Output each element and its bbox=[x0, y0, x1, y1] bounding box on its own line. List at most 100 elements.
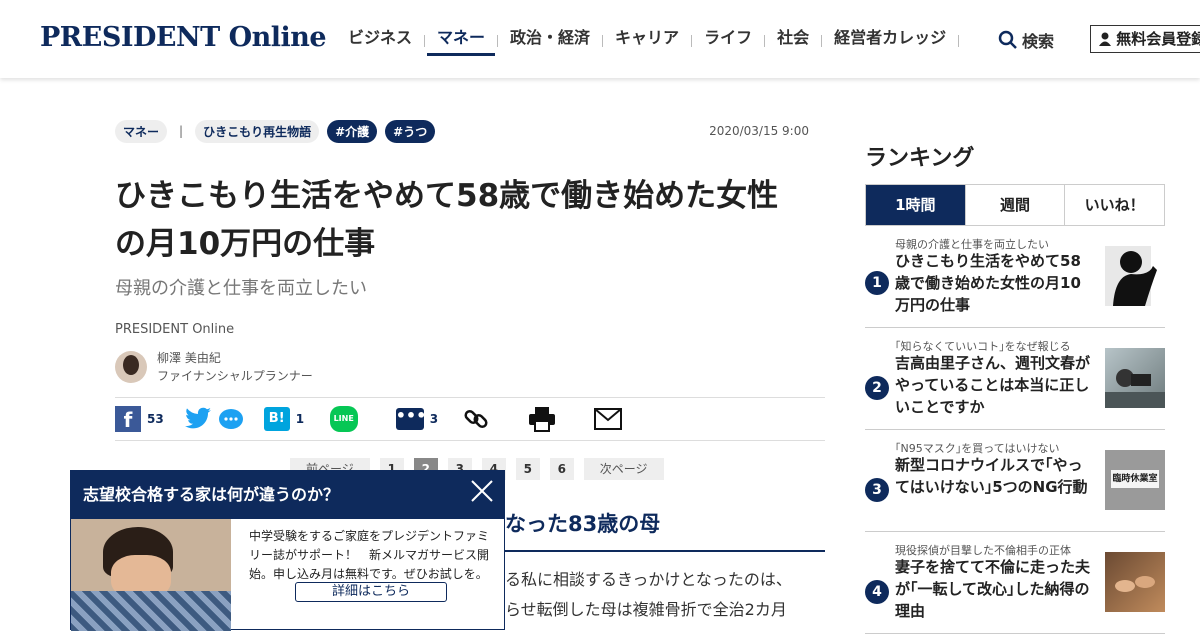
member-register-label: 無料会員登録 bbox=[1116, 30, 1200, 48]
rank-headline: 吉高由里子さん、週刊文春がやっていることは本当に正しいことですか bbox=[895, 354, 1091, 416]
article-title: ひきこもり生活をやめて58歳で働き始めた女性 の月10万円の仕事 bbox=[115, 172, 825, 268]
author-role: ファイナンシャルプランナー bbox=[157, 369, 313, 383]
newsletter-popup: 志望校合格する家は何が違うのか？ 中学受験をするご家庭をプレジデントファミリー誌… bbox=[70, 470, 505, 631]
member-register-button[interactable]: 無料会員登録 bbox=[1090, 25, 1200, 53]
rank-number: 1 bbox=[865, 271, 889, 295]
notice-sign-text: 臨時休業室 bbox=[1111, 470, 1159, 488]
comment-count: 3 bbox=[429, 412, 439, 426]
popup-image-shirt bbox=[71, 591, 231, 631]
close-icon[interactable] bbox=[468, 477, 496, 505]
category-tag[interactable]: マネー bbox=[115, 119, 168, 143]
ranking-item[interactable]: 3 ｢N95マスク｣を買ってはいけない 新型コロナウイルスで｢やってはいけない｣… bbox=[865, 430, 1165, 532]
search-button[interactable]: 検索 bbox=[998, 28, 1054, 52]
comments-button[interactable]: ••• 3 bbox=[395, 408, 442, 430]
series-tag[interactable]: ひきこもり再生物語 bbox=[195, 119, 320, 143]
facebook-count: 53 bbox=[147, 412, 164, 426]
facebook-share-button[interactable]: f 53 bbox=[115, 406, 164, 432]
hashtag-utsu[interactable]: #うつ bbox=[385, 119, 436, 143]
rank-number: 3 bbox=[865, 478, 889, 502]
search-label: 検索 bbox=[1022, 32, 1055, 51]
ranking-item[interactable]: 1 母親の介護と仕事を両立したい ひきこもり生活をやめて58歳で働き始めた女性の… bbox=[865, 226, 1165, 328]
body-line: らせ転倒した母は複雑骨折で全治2カ月 bbox=[505, 600, 787, 619]
tab-weekly[interactable]: 週間 bbox=[964, 185, 1065, 225]
rank-thumbnail bbox=[1105, 552, 1165, 612]
nav-divider bbox=[958, 35, 960, 47]
page-6[interactable]: 6 bbox=[549, 458, 574, 480]
mail-icon bbox=[593, 408, 622, 430]
rank-thumbnail: 臨時休業室 bbox=[1105, 450, 1165, 510]
rank-thumbnail bbox=[1105, 246, 1165, 306]
ranking-sidebar: ランキング 1時間 週間 いいね！ 1 母親の介護と仕事を両立したい ひきこもり… bbox=[865, 140, 1165, 634]
search-icon bbox=[998, 30, 1017, 49]
nav-item-society[interactable]: 社会 bbox=[767, 26, 819, 56]
print-button[interactable] bbox=[528, 406, 574, 432]
section-heading: なった83歳の母 bbox=[505, 508, 825, 552]
couple-hands-image bbox=[1115, 576, 1155, 592]
title-line-2: の月10万円の仕事 bbox=[115, 226, 376, 262]
rank-number: 2 bbox=[865, 376, 889, 400]
next-page-button[interactable]: 次ページ bbox=[583, 458, 664, 480]
page-5[interactable]: 5 bbox=[515, 458, 540, 480]
site-header: PRESIDENT Online ビジネス マネー 政治・経済 キャリア ライフ… bbox=[0, 0, 1200, 78]
article-subtitle: 母親の介護と仕事を両立したい bbox=[115, 278, 367, 299]
rank-thumbnail bbox=[1105, 348, 1165, 408]
ranking-item[interactable]: 4 現役探偵が目撃した不倫相手の正体 妻子を捨てて不倫に走った夫が｢一転して改心… bbox=[865, 532, 1165, 634]
nav-divider bbox=[497, 35, 499, 47]
line-icon: LINE bbox=[329, 406, 358, 432]
nav-item-college[interactable]: 経営者カレッジ bbox=[824, 26, 956, 56]
nav-item-business[interactable]: ビジネス bbox=[338, 26, 422, 56]
press-photo-image bbox=[1105, 369, 1165, 408]
twitter-share-button[interactable] bbox=[184, 407, 244, 431]
link-icon bbox=[464, 409, 488, 429]
ranking-tabs: 1時間 週間 いいね！ bbox=[865, 184, 1165, 226]
nav-item-politics[interactable]: 政治・経済 bbox=[500, 26, 600, 56]
hatena-icon: B! bbox=[263, 407, 290, 431]
author-block[interactable]: 柳澤 美由紀 ファイナンシャルプランナー bbox=[115, 349, 825, 385]
nav-divider bbox=[424, 35, 426, 47]
article-source: PRESIDENT Online bbox=[115, 322, 235, 337]
author-name: 柳澤 美由紀 bbox=[157, 351, 221, 365]
hatena-count: 1 bbox=[295, 412, 305, 426]
rank-headline: ひきこもり生活をやめて58歳で働き始めた女性の月10万円の仕事 bbox=[895, 252, 1081, 314]
tab-likes[interactable]: いいね！ bbox=[1064, 185, 1164, 225]
printer-icon bbox=[528, 407, 555, 432]
rank-headline: 新型コロナウイルスで｢やってはいけない｣5つのNG行動 bbox=[895, 456, 1088, 496]
twitter-icon bbox=[184, 407, 211, 429]
popup-details-button[interactable]: 詳細はこちら bbox=[295, 582, 447, 602]
line-share-button[interactable]: LINE bbox=[329, 406, 376, 432]
article-main: マネー | ひきこもり再生物語 #介護 #うつ 2020/03/15 9:00 … bbox=[115, 119, 825, 441]
title-line-1: ひきこもり生活をやめて58歳で働き始めた女性 bbox=[115, 178, 779, 214]
hashtag-kaigo[interactable]: #介護 bbox=[327, 119, 378, 143]
main-nav: ビジネス マネー 政治・経済 キャリア ライフ 社会 経営者カレッジ bbox=[338, 26, 961, 56]
twitter-reply-icon bbox=[218, 409, 243, 429]
nav-item-money[interactable]: マネー bbox=[427, 26, 496, 56]
nav-item-career[interactable]: キャリア bbox=[605, 26, 689, 56]
avatar bbox=[115, 351, 147, 383]
nav-divider bbox=[821, 35, 823, 47]
facebook-icon: f bbox=[115, 406, 141, 432]
email-share-button[interactable] bbox=[593, 408, 640, 430]
share-bar: f 53 B! 1 LINE ••• 3 bbox=[115, 397, 825, 441]
article-date: 2020/03/15 9:00 bbox=[709, 124, 809, 138]
comment-icon: ••• bbox=[395, 408, 426, 430]
user-icon bbox=[1099, 32, 1111, 46]
nav-divider bbox=[764, 35, 766, 47]
popup-title: 志望校合格する家は何が違うのか？ bbox=[83, 485, 340, 504]
popup-text: 中学受験をするご家庭をプレジデントファミリー誌がサポート！ 新メルマガサービス開… bbox=[249, 529, 490, 581]
rank-headline: 妻子を捨てて不倫に走った夫が｢一転して改心｣した納得の理由 bbox=[895, 558, 1091, 620]
nav-divider bbox=[691, 35, 693, 47]
woman-silhouette-image bbox=[1113, 246, 1165, 306]
body-line: る私に相談するきっかけとなったのは、 bbox=[505, 570, 792, 589]
tab-1hour[interactable]: 1時間 bbox=[866, 185, 965, 225]
nav-item-life[interactable]: ライフ bbox=[694, 26, 762, 56]
hatena-share-button[interactable]: B! 1 bbox=[263, 407, 310, 431]
popup-header: 志望校合格する家は何が違うのか？ bbox=[71, 471, 504, 519]
popup-image bbox=[71, 519, 231, 631]
nav-divider bbox=[602, 35, 604, 47]
copy-link-button[interactable] bbox=[462, 405, 508, 433]
article-body: る私に相談するきっかけとなったのは、 らせ転倒した母は複雑骨折で全治2カ月 bbox=[505, 565, 825, 625]
ranking-title: ランキング bbox=[865, 146, 975, 171]
site-logo[interactable]: PRESIDENT Online bbox=[40, 22, 327, 53]
ranking-item[interactable]: 2 ｢知らなくていいコト｣をなぜ報じる 吉高由里子さん、週刊文春がやっていること… bbox=[865, 328, 1165, 430]
tag-divider: | bbox=[179, 124, 184, 138]
